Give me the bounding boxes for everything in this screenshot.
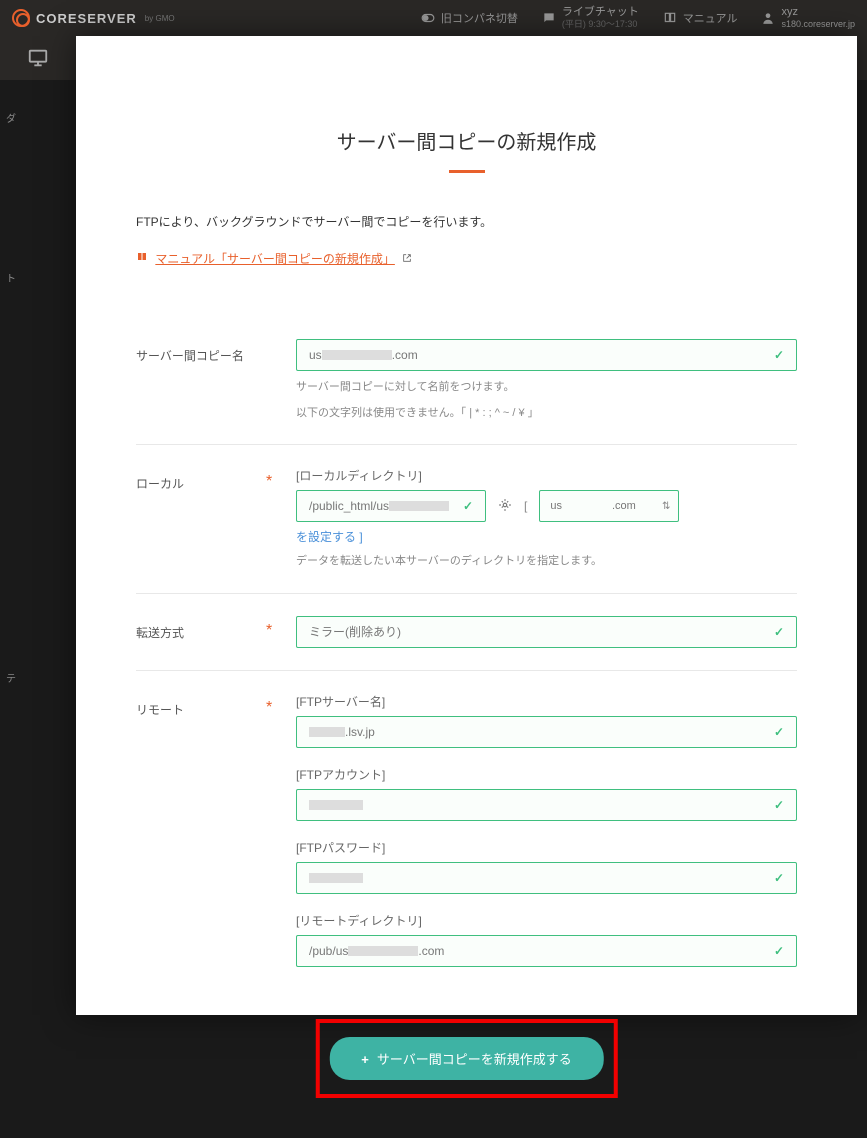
ftp-account-input[interactable]: ✓ <box>296 789 797 821</box>
local-row: ローカル * [ローカルディレクトリ] /public_html/us ✓ [ <box>136 445 797 594</box>
ftp-account-label: [FTPアカウント] <box>296 766 797 783</box>
ftp-password-input[interactable]: ✓ <box>296 862 797 894</box>
sidebar-fragment: ダ ト テ <box>6 80 16 720</box>
server-copy-modal: サーバー間コピーの新規作成 FTPにより、バックグラウンドでサーバー間でコピーを… <box>76 36 857 1015</box>
submit-highlight-box: +サーバー間コピーを新規作成する <box>315 1019 617 1098</box>
modal-description: FTPにより、バックグラウンドでサーバー間でコピーを行います。 <box>136 213 797 230</box>
check-icon: ✓ <box>774 871 784 885</box>
logo-icon <box>12 9 30 27</box>
manual-link[interactable]: マニュアル <box>663 10 738 26</box>
copy-name-input[interactable]: us.com ✓ <box>296 339 797 371</box>
ftp-server-label: [FTPサーバー名] <box>296 693 797 710</box>
top-header: CORESERVER by GMO 旧コンパネ切替 ライブチャット (平日) 9… <box>0 0 867 36</box>
book-icon <box>136 252 151 266</box>
logo[interactable]: CORESERVER by GMO <box>12 9 175 27</box>
manual-link-row: マニュアル「サーバー間コピーの新規作成」 <box>136 250 797 267</box>
transfer-row: 転送方式 * ミラー(削除あり) ✓ <box>136 594 797 671</box>
plus-icon: + <box>361 1052 369 1067</box>
remote-label: リモート <box>136 693 266 718</box>
old-panel-toggle[interactable]: 旧コンパネ切替 <box>421 10 518 26</box>
user-menu[interactable]: xyz s180.coreserver.jp <box>761 5 855 31</box>
monitor-icon <box>27 47 49 69</box>
remote-row: リモート * [FTPサーバー名] .lsv.jp ✓ [FTPアカウント] <box>136 671 797 989</box>
modal-close-button[interactable] <box>819 50 839 75</box>
copy-name-row: サーバー間コピー名 us.com ✓ サーバー間コピーに対して名前をつけます。 … <box>136 317 797 445</box>
gear-icon[interactable] <box>498 498 512 515</box>
check-icon: ✓ <box>774 944 784 958</box>
ftp-server-input[interactable]: .lsv.jp ✓ <box>296 716 797 748</box>
local-label: ローカル <box>136 467 266 492</box>
chevron-updown-icon: ⇅ <box>662 501 670 512</box>
user-icon <box>761 11 775 25</box>
transfer-label: 転送方式 <box>136 616 266 641</box>
create-copy-button[interactable]: +サーバー間コピーを新規作成する <box>329 1037 603 1080</box>
chat-icon <box>542 11 556 25</box>
check-icon: ✓ <box>463 499 473 513</box>
logo-text: CORESERVER <box>36 11 137 26</box>
check-icon: ✓ <box>774 625 784 639</box>
copy-name-label: サーバー間コピー名 <box>136 339 266 364</box>
transfer-method-select[interactable]: ミラー(削除あり) ✓ <box>296 616 797 648</box>
check-icon: ✓ <box>774 798 784 812</box>
local-config-link[interactable]: を設定する ] <box>296 528 797 545</box>
logo-subtext: by GMO <box>145 14 175 23</box>
check-icon: ✓ <box>774 725 784 739</box>
required-mark: * <box>266 467 296 491</box>
close-icon <box>819 50 839 70</box>
live-chat[interactable]: ライブチャット (平日) 9:30〜17:30 <box>542 5 639 31</box>
external-link-icon <box>402 255 412 266</box>
ftp-password-label: [FTPパスワード] <box>296 839 797 856</box>
required-mark: * <box>266 693 296 717</box>
remote-dir-input[interactable]: /pub/us.com ✓ <box>296 935 797 967</box>
dashboard-icon-box[interactable] <box>8 36 68 80</box>
modal-title: サーバー間コピーの新規作成 <box>136 126 797 173</box>
book-icon <box>663 11 677 25</box>
toggle-icon <box>421 11 435 25</box>
local-help: データを転送したい本サーバーのディレクトリを指定します。 <box>296 553 797 571</box>
copy-name-help1: サーバー間コピーに対して名前をつけます。 <box>296 379 797 397</box>
local-domain-dropdown[interactable]: us.com ⇅ <box>539 490 679 522</box>
manual-doc-link[interactable]: マニュアル「サーバー間コピーの新規作成」 <box>155 252 395 266</box>
copy-name-help2: 以下の文字列は使用できません。「 | * : ; ^ ~ / ¥ 」 <box>296 405 797 423</box>
local-dir-input[interactable]: /public_html/us ✓ <box>296 490 486 522</box>
check-icon: ✓ <box>774 348 784 362</box>
local-sublabel: [ローカルディレクトリ] <box>296 467 797 484</box>
required-mark: * <box>266 616 296 640</box>
remote-dir-label: [リモートディレクトリ] <box>296 912 797 929</box>
